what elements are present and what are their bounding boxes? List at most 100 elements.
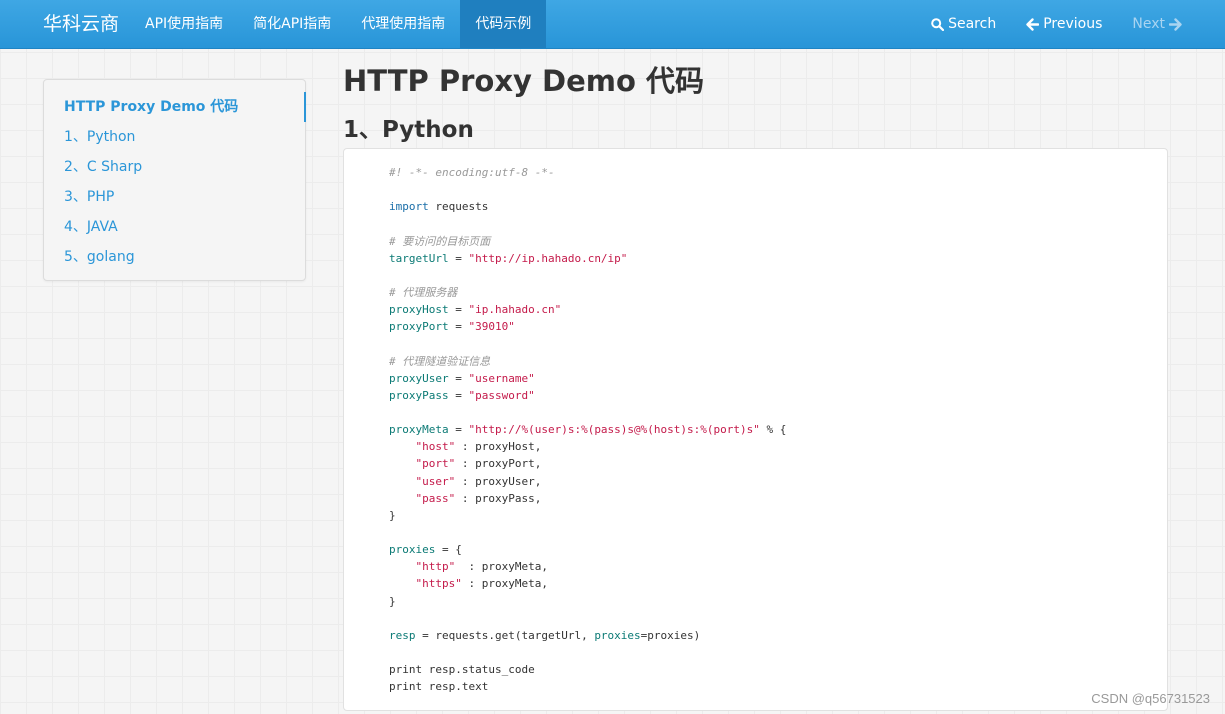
code-line: proxies = { [389, 541, 1167, 558]
toc-item-golang[interactable]: 5、golang [44, 242, 305, 272]
nav-item-proxy-guide[interactable]: 代理使用指南 [346, 0, 460, 48]
nav-item-code-examples[interactable]: 代码示例 [460, 0, 547, 48]
code-token: # 代理服务器 [389, 285, 458, 299]
toc-item-php[interactable]: 3、PHP [44, 182, 305, 212]
code-token: "http" [415, 560, 456, 574]
code-line: "user" : proxyUser, [389, 473, 1167, 490]
nav-actions: Search Previous Next [916, 0, 1197, 48]
code-token: : proxyPass, [455, 491, 542, 505]
search-label: Search [948, 15, 997, 32]
code-token: "http://%(user)s:%(pass)s@%(host)s:%(por… [468, 423, 760, 437]
code-line: "port" : proxyPort, [389, 455, 1167, 472]
code-token: = [448, 251, 469, 265]
code-token: "https" [415, 577, 462, 591]
code-token: : proxyHost, [455, 440, 542, 454]
code-line: "https" : proxyMeta, [389, 575, 1167, 592]
code-lines: #! -*- encoding:utf-8 -*- import request… [389, 164, 1167, 695]
code-token: "pass" [415, 491, 456, 505]
code-token: "http://ip.hahado.cn/ip" [468, 251, 628, 265]
code-token: proxyPass [389, 388, 449, 402]
next-button[interactable]: Next [1117, 0, 1197, 48]
code-token: proxyMeta [389, 423, 449, 437]
code-token: #! -*- encoding:utf-8 -*- [389, 166, 555, 179]
code-token: = [448, 388, 469, 402]
page-title: HTTP Proxy Demo 代码 [343, 64, 705, 98]
code-line: #! -*- encoding:utf-8 -*- [389, 164, 1167, 181]
code-token: print resp.status_code [389, 663, 535, 677]
code-line: # 代理服务器 [389, 284, 1167, 301]
code-line: proxyUser = "username" [389, 370, 1167, 387]
previous-label: Previous [1043, 15, 1103, 32]
nav-item-simple-api-guide[interactable]: 简化API指南 [238, 0, 346, 48]
code-line: proxyPass = "password" [389, 387, 1167, 404]
code-line: print resp.text [389, 678, 1167, 695]
toc-item-csharp[interactable]: 2、C Sharp [44, 152, 305, 182]
code-line: proxyHost = "ip.hahado.cn" [389, 301, 1167, 318]
code-line: "pass" : proxyPass, [389, 490, 1167, 507]
code-token: proxies [389, 543, 436, 557]
code-token: resp [389, 628, 416, 642]
code-token: proxyPort [389, 320, 449, 334]
code-line: resp = requests.get(targetUrl, proxies=p… [389, 627, 1167, 644]
code-token: import [389, 200, 429, 214]
code-token: : proxyPort, [455, 457, 542, 471]
code-token: = [448, 320, 469, 334]
code-line: print resp.status_code [389, 661, 1167, 678]
toc-item-http-proxy-demo[interactable]: HTTP Proxy Demo 代码 [44, 92, 306, 122]
top-navbar: 华科云商 API使用指南 简化API指南 代理使用指南 代码示例 Search … [0, 0, 1225, 49]
code-line: } [389, 593, 1167, 610]
code-token: print resp.text [389, 680, 489, 694]
code-token: } [389, 508, 396, 522]
code-token: "username" [468, 371, 535, 385]
toc-item-python[interactable]: 1、Python [44, 122, 305, 152]
toc-item-java[interactable]: 4、JAVA [44, 212, 305, 242]
code-token: =proxies) [640, 628, 701, 642]
code-token: "ip.hahado.cn" [468, 303, 562, 317]
code-token: = requests.get(targetUrl, [415, 628, 595, 642]
arrow-right-icon [1169, 17, 1182, 31]
previous-button[interactable]: Previous [1011, 0, 1117, 48]
code-token: % { [759, 423, 787, 437]
code-token: : proxyMeta, [461, 577, 548, 591]
brand-logo[interactable]: 华科云商 [0, 0, 130, 48]
code-line: proxyPort = "39010" [389, 318, 1167, 335]
code-line: # 要访问的目标页面 [389, 233, 1167, 250]
code-token: = [448, 303, 469, 317]
code-token: : proxyMeta, [455, 560, 548, 574]
code-token: "password" [468, 388, 535, 402]
code-token: = [448, 371, 469, 385]
code-token: "port" [415, 457, 456, 471]
code-token: } [389, 594, 396, 608]
code-token: requests [428, 200, 489, 214]
code-token: = [448, 423, 469, 437]
code-token: proxies [594, 628, 641, 642]
section-title-python: 1、Python [343, 117, 474, 143]
search-icon [931, 17, 945, 31]
nav-item-api-guide[interactable]: API使用指南 [130, 0, 238, 48]
arrow-left-icon [1026, 17, 1040, 31]
code-line: proxyMeta = "http://%(user)s:%(pass)s@%(… [389, 421, 1167, 438]
next-label: Next [1132, 15, 1165, 32]
code-token: "39010" [468, 320, 515, 334]
code-token: proxyUser [389, 371, 449, 385]
code-token: "host" [415, 440, 456, 454]
code-token: proxyHost [389, 303, 449, 317]
code-token: "user" [415, 474, 456, 488]
code-token: : proxyUser, [455, 474, 542, 488]
code-line: "host" : proxyHost, [389, 438, 1167, 455]
code-block: #! -*- encoding:utf-8 -*- import request… [343, 148, 1168, 711]
search-button[interactable]: Search [916, 0, 1011, 48]
